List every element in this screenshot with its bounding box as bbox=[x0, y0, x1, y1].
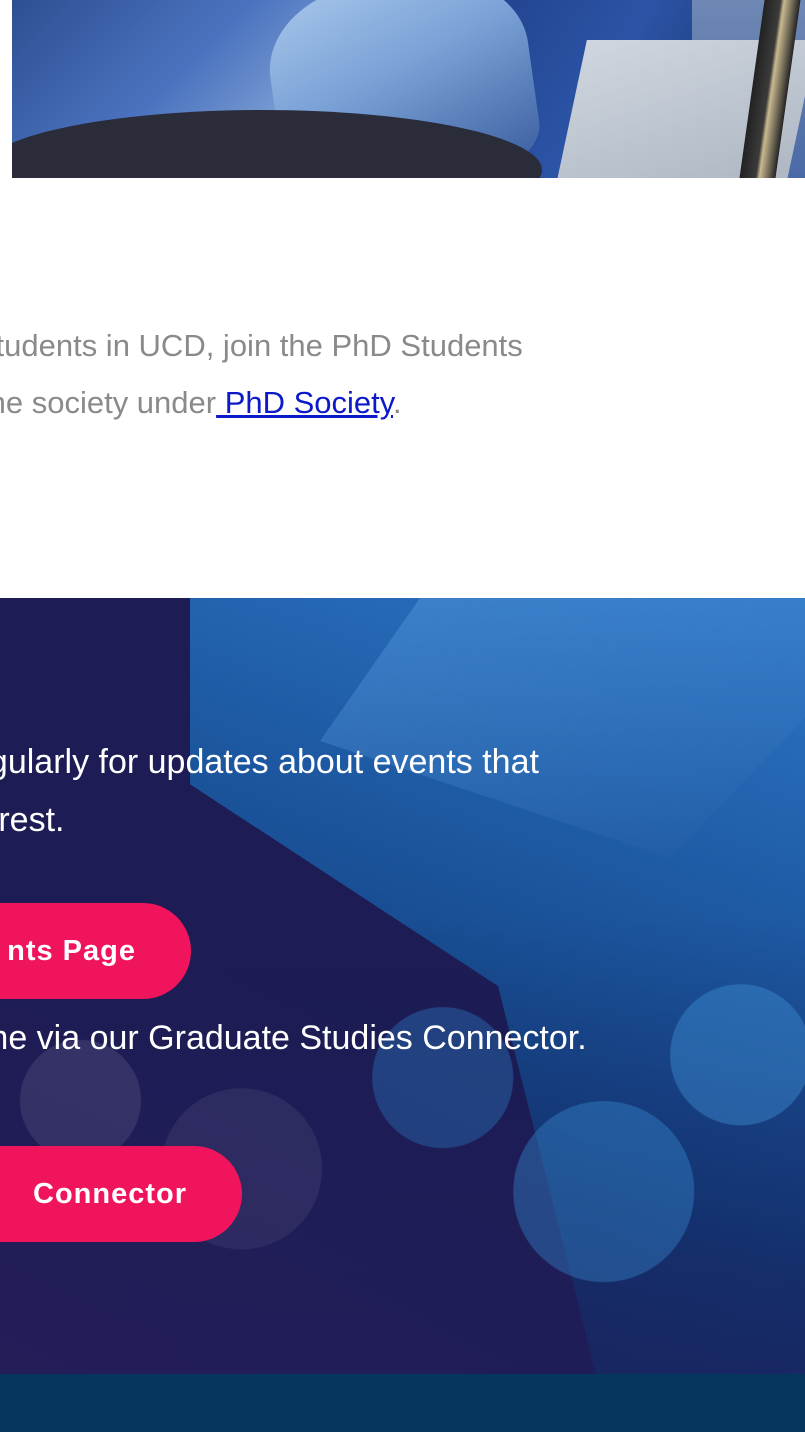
events-page-button[interactable]: nts Page bbox=[0, 903, 191, 999]
events-banner: egularly for updates about events that t… bbox=[0, 598, 805, 1374]
intro-line-2-suffix: . bbox=[392, 385, 402, 420]
phd-society-link[interactable]: PhD Society bbox=[216, 385, 393, 420]
intro-line-1: students in UCD, join the PhD Students bbox=[0, 328, 523, 363]
footer-strip bbox=[0, 1374, 805, 1432]
connector-text: me via our Graduate Studies Connector. bbox=[0, 1019, 587, 1057]
hero-photo bbox=[12, 0, 805, 178]
banner-text-line-1: egularly for updates about events that bbox=[0, 743, 539, 781]
banner-text-line-2: terest. bbox=[0, 801, 65, 839]
intro-line-2: the society under PhD Society. bbox=[0, 374, 402, 431]
intro-line-2-prefix: the society under bbox=[0, 385, 217, 420]
connector-button[interactable]: Connector bbox=[0, 1146, 242, 1242]
